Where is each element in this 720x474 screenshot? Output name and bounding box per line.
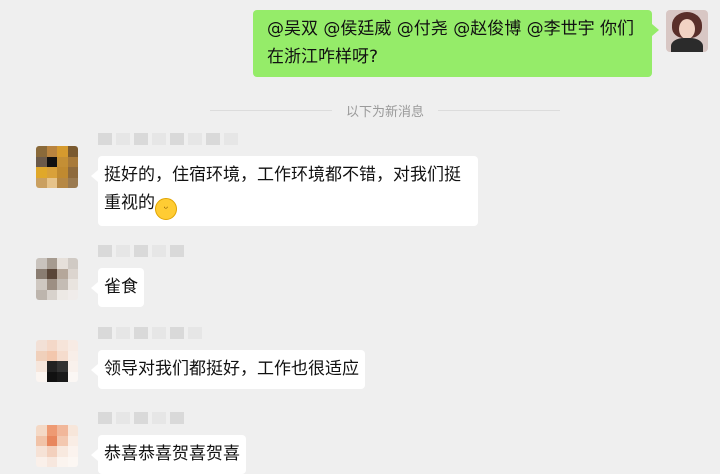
self-avatar[interactable]	[666, 10, 708, 52]
outgoing-message: @吴双 @侯廷威 @付尧 @赵俊博 @李世宇 你们在浙江咋样呀?	[253, 10, 708, 77]
sender-name-obscured	[98, 244, 184, 258]
divider-label: 以下为新消息	[346, 104, 425, 120]
new-messages-divider: 以下为新消息	[210, 100, 561, 120]
avatar[interactable]	[36, 146, 78, 188]
avatar[interactable]	[36, 340, 78, 382]
message-text: 恭喜恭喜贺喜贺喜	[104, 444, 240, 464]
avatar[interactable]	[36, 425, 78, 467]
message-text: 领导对我们都挺好，工作也很适应	[104, 359, 359, 379]
avatar[interactable]	[36, 258, 78, 300]
sender-name-obscured	[98, 411, 184, 425]
message-bubble[interactable]: 恭喜恭喜贺喜贺喜	[91, 435, 246, 474]
message-bubble[interactable]: 领导对我们都挺好，工作也很适应	[91, 350, 365, 389]
message-text: 雀食	[104, 277, 138, 297]
sender-name-obscured	[98, 132, 238, 146]
message-bubble[interactable]: 挺好的，住宿环境，工作环境都不错，对我们挺重视的 ᵕ	[91, 156, 478, 226]
message-bubble[interactable]: 雀食	[91, 268, 144, 307]
grinning-face-emoji: ᵕ	[155, 198, 177, 220]
outgoing-bubble[interactable]: @吴双 @侯廷威 @付尧 @赵俊博 @李世宇 你们在浙江咋样呀?	[253, 10, 659, 77]
sender-name-obscured	[98, 326, 202, 340]
divider-line-right	[438, 109, 561, 111]
divider-line-left	[210, 109, 332, 111]
